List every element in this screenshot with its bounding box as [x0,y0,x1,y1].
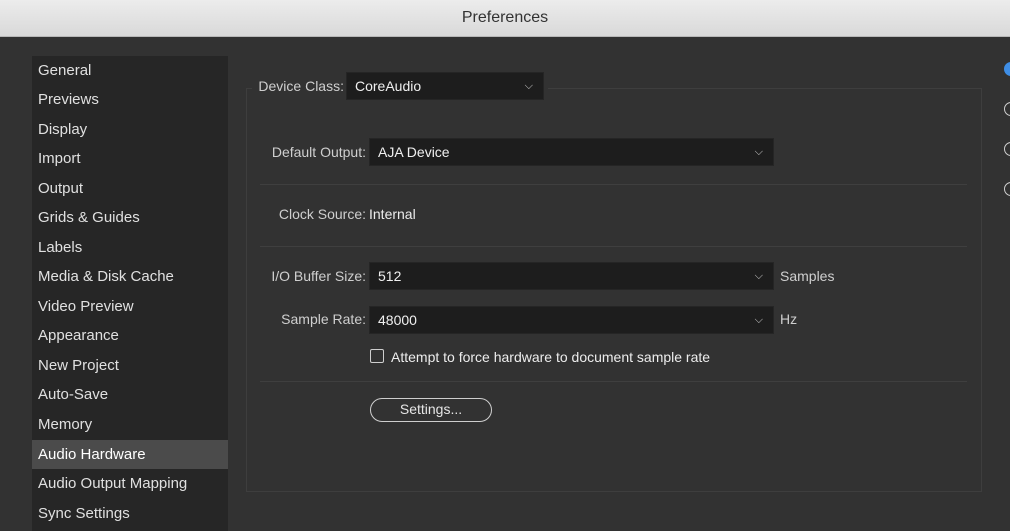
title-bar: Preferences [0,0,1010,37]
sidebar-item-output[interactable]: Output [32,174,228,203]
preferences-sidebar: General Previews Display Import Output G… [32,56,228,531]
sidebar-item-import[interactable]: Import [32,144,228,173]
io-buffer-size-dropdown[interactable]: 512 ⌵ [369,262,774,290]
sample-rate-dropdown[interactable]: 48000 ⌵ [369,306,774,334]
device-class-value: CoreAudio [355,78,422,94]
default-output-value: AJA Device [378,144,450,160]
sidebar-item-sync-settings[interactable]: Sync Settings [32,499,228,528]
sidebar-item-media-disk-cache[interactable]: Media & Disk Cache [32,262,228,291]
device-class-dropdown[interactable]: CoreAudio ⌵ [346,72,544,100]
radio-button[interactable] [1004,102,1010,116]
sample-rate-label: Sample Rate: [281,311,366,327]
chevron-down-icon: ⌵ [754,146,763,158]
sidebar-item-auto-save[interactable]: Auto-Save [32,380,228,409]
io-buffer-size-value: 512 [378,268,402,284]
sample-rate-unit: Hz [780,311,798,327]
sidebar-item-grids-guides[interactable]: Grids & Guides [32,203,228,232]
sidebar-item-new-project[interactable]: New Project [32,351,228,380]
sidebar-item-audio-hardware[interactable]: Audio Hardware [32,440,228,469]
sample-rate-value: 48000 [378,312,417,328]
separator [260,184,967,185]
default-output-label: Default Output: [271,144,366,160]
io-buffer-size-label: I/O Buffer Size: [271,268,366,284]
clock-source-value: Internal [369,206,416,222]
sidebar-item-appearance[interactable]: Appearance [32,321,228,350]
io-buffer-size-unit: Samples [780,268,835,284]
chevron-down-icon: ⌵ [754,314,763,326]
sidebar-item-memory[interactable]: Memory [32,410,228,439]
separator [260,246,967,247]
sidebar-item-video-preview[interactable]: Video Preview [32,292,228,321]
radio-button-selected[interactable] [1004,62,1010,76]
force-sample-rate-checkbox[interactable] [370,349,384,363]
sidebar-item-labels[interactable]: Labels [32,233,228,262]
sidebar-item-general[interactable]: General [32,56,228,85]
window-title: Preferences [461,9,549,26]
settings-button[interactable]: Settings... [370,398,492,422]
sidebar-item-previews[interactable]: Previews [32,85,228,114]
clock-source-label: Clock Source: [278,206,366,222]
device-class-label: Device Class: [258,78,344,94]
sidebar-item-audio-output-mapping[interactable]: Audio Output Mapping [32,469,228,498]
force-sample-rate-label: Attempt to force hardware to document sa… [391,349,711,365]
radio-button[interactable] [1004,142,1010,156]
separator [260,381,967,382]
radio-button[interactable] [1004,182,1010,196]
chevron-down-icon: ⌵ [524,80,533,92]
chevron-down-icon: ⌵ [754,270,763,282]
default-output-dropdown[interactable]: AJA Device ⌵ [369,138,774,166]
sidebar-item-display[interactable]: Display [32,115,228,144]
